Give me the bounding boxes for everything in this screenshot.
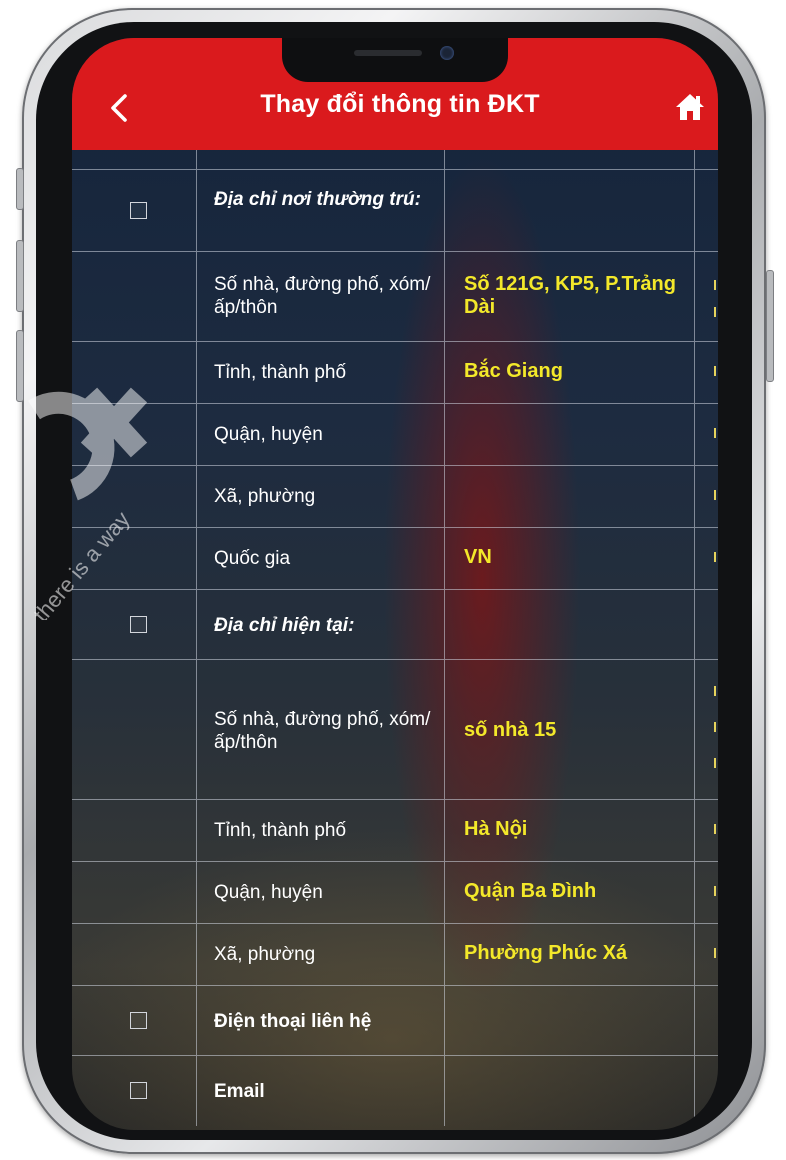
field-label: Xã, phường xyxy=(214,944,316,965)
field-value: Bắc Giang xyxy=(464,360,563,382)
home-icon xyxy=(676,94,704,120)
checkbox-current-address[interactable] xyxy=(130,616,147,633)
field-value: Hà Nội xyxy=(464,818,528,840)
back-button[interactable] xyxy=(102,88,136,128)
table-row: Tỉnh, thành phố Hà Nội xyxy=(72,800,718,862)
side-button-volume-up xyxy=(16,240,24,312)
side-button-volume-down xyxy=(16,330,24,402)
field-label: Tỉnh, thành phố xyxy=(214,820,347,841)
field-label: Tỉnh, thành phố xyxy=(214,362,347,383)
field-label: Email xyxy=(214,1081,265,1102)
side-button-silent xyxy=(16,168,24,210)
field-value: số nhà 15 xyxy=(464,719,557,741)
speaker-grille xyxy=(354,50,422,56)
field-label: Số nhà, đường phố, xóm/ấp/thôn xyxy=(214,274,431,318)
section-current-address: Địa chỉ hiện tại: xyxy=(72,590,718,660)
section-title: Địa chỉ hiện tại: xyxy=(214,615,355,636)
field-value: Quận Ba Đình xyxy=(464,880,597,902)
chevron-left-icon xyxy=(111,94,127,122)
field-label: Số nhà, đường phố, xóm/ấp/thôn xyxy=(214,709,431,753)
field-value: Phường Phúc Xá xyxy=(464,942,628,964)
page-title: Thay đổi thông tin ĐKT xyxy=(260,90,540,118)
checkbox-email[interactable] xyxy=(130,1082,147,1099)
checkbox-phone[interactable] xyxy=(130,1012,147,1029)
table-row: Xã, phường xyxy=(72,466,718,528)
field-value: VN xyxy=(464,546,492,568)
table-row: Điện thoại liên hệ xyxy=(72,986,718,1056)
table-row: Quận, huyện Quận Ba Đình xyxy=(72,862,718,924)
table-row: Quốc gia VN xyxy=(72,528,718,590)
section-title: Địa chỉ nơi thường trú: xyxy=(214,189,421,210)
field-label: Xã, phường xyxy=(214,486,316,507)
side-button-power xyxy=(766,270,774,382)
field-label: Quận, huyện xyxy=(214,882,323,903)
home-button[interactable] xyxy=(670,88,710,126)
field-label: Quận, huyện xyxy=(214,424,323,445)
app-screen: Thay đổi thông tin ĐKT Địa chỉ nơi thườn… xyxy=(72,38,718,1130)
table-row xyxy=(72,150,718,170)
table-row: Xã, phường Phường Phúc Xá xyxy=(72,924,718,986)
field-label: Điện thoại liên hệ xyxy=(214,1011,372,1032)
section-permanent-address: Địa chỉ nơi thường trú: xyxy=(72,170,718,252)
field-label: Quốc gia xyxy=(214,548,291,569)
info-table: Địa chỉ nơi thường trú: Số nhà, đường ph… xyxy=(72,150,718,1126)
table-row: Tỉnh, thành phố Bắc Giang xyxy=(72,342,718,404)
table-row: Số nhà, đường phố, xóm/ấp/thôn số nhà 15 xyxy=(72,660,718,800)
camera-icon xyxy=(440,46,454,60)
table-row: Quận, huyện xyxy=(72,404,718,466)
checkbox-permanent-address[interactable] xyxy=(130,202,147,219)
table-row: Số nhà, đường phố, xóm/ấp/thôn Số 121G, … xyxy=(72,252,718,342)
table-row: Email xyxy=(72,1056,718,1126)
phone-notch xyxy=(282,38,508,82)
field-value: Số 121G, KP5, P.Trảng Dài xyxy=(464,273,676,318)
